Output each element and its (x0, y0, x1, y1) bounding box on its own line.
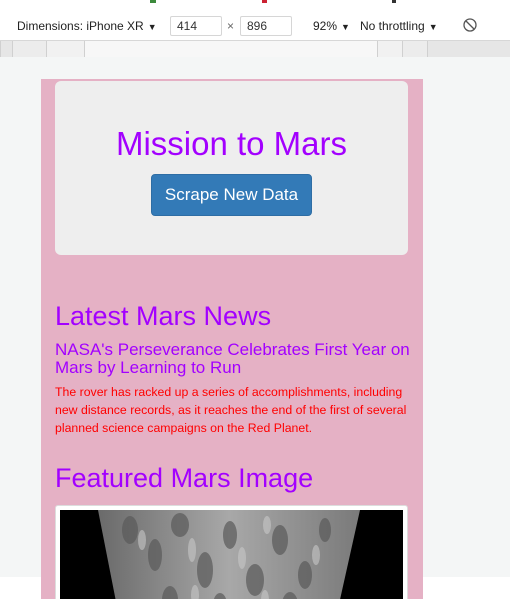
jumbotron: Mission to Mars Scrape New Data (55, 81, 408, 255)
chevron-down-icon: ▼ (428, 22, 438, 32)
chevron-down-icon: ▼ (147, 22, 157, 32)
scrape-button[interactable]: Scrape New Data (151, 174, 312, 216)
mission-page: Mission to Mars Scrape New Data Latest M… (41, 79, 423, 599)
featured-heading: Featured Mars Image (55, 463, 314, 493)
zoom-label: 92% (313, 19, 338, 33)
ruler-segment[interactable] (84, 41, 377, 57)
media-query-ruler (0, 41, 510, 57)
news-title: NASA's Perseverance Celebrates First Yea… (55, 340, 410, 377)
zoom-dropdown[interactable]: 92% ▼ (313, 19, 350, 33)
news-paragraph: The rover has racked up a series of acco… (55, 385, 407, 435)
chevron-down-icon: ▼ (341, 22, 350, 32)
dimensions-label: Dimensions: iPhone XR (17, 19, 144, 33)
page-title: Mission to Mars (115, 125, 348, 162)
featured-image[interactable] (60, 510, 403, 599)
news-heading: Latest Mars News (55, 301, 272, 331)
ruler-segment[interactable] (46, 41, 84, 57)
times-separator: × (227, 19, 235, 33)
tab-fragment (150, 0, 156, 3)
height-input[interactable] (240, 16, 292, 36)
mars-surface-image (60, 510, 403, 599)
width-input[interactable] (170, 16, 222, 36)
ruler-segment[interactable] (402, 41, 427, 57)
ruler-segment[interactable] (0, 41, 12, 57)
device-viewport: Mission to Mars Scrape New Data Latest M… (0, 57, 510, 599)
ruler-segment[interactable] (12, 41, 46, 57)
ruler-segment[interactable] (377, 41, 402, 57)
featured-image-frame (55, 505, 408, 599)
device-dimensions-dropdown[interactable]: Dimensions: iPhone XR ▼ (17, 19, 157, 33)
tab-fragment (262, 0, 267, 3)
throttling-label: No throttling (360, 19, 425, 33)
device-toolbar: Dimensions: iPhone XR▼ × 92%▼ No throttl… (0, 6, 510, 41)
throttling-dropdown[interactable]: No throttling ▼ (360, 19, 438, 33)
rotate-icon[interactable] (462, 17, 478, 33)
tab-fragment (392, 0, 396, 3)
ruler-segment[interactable] (427, 41, 510, 57)
